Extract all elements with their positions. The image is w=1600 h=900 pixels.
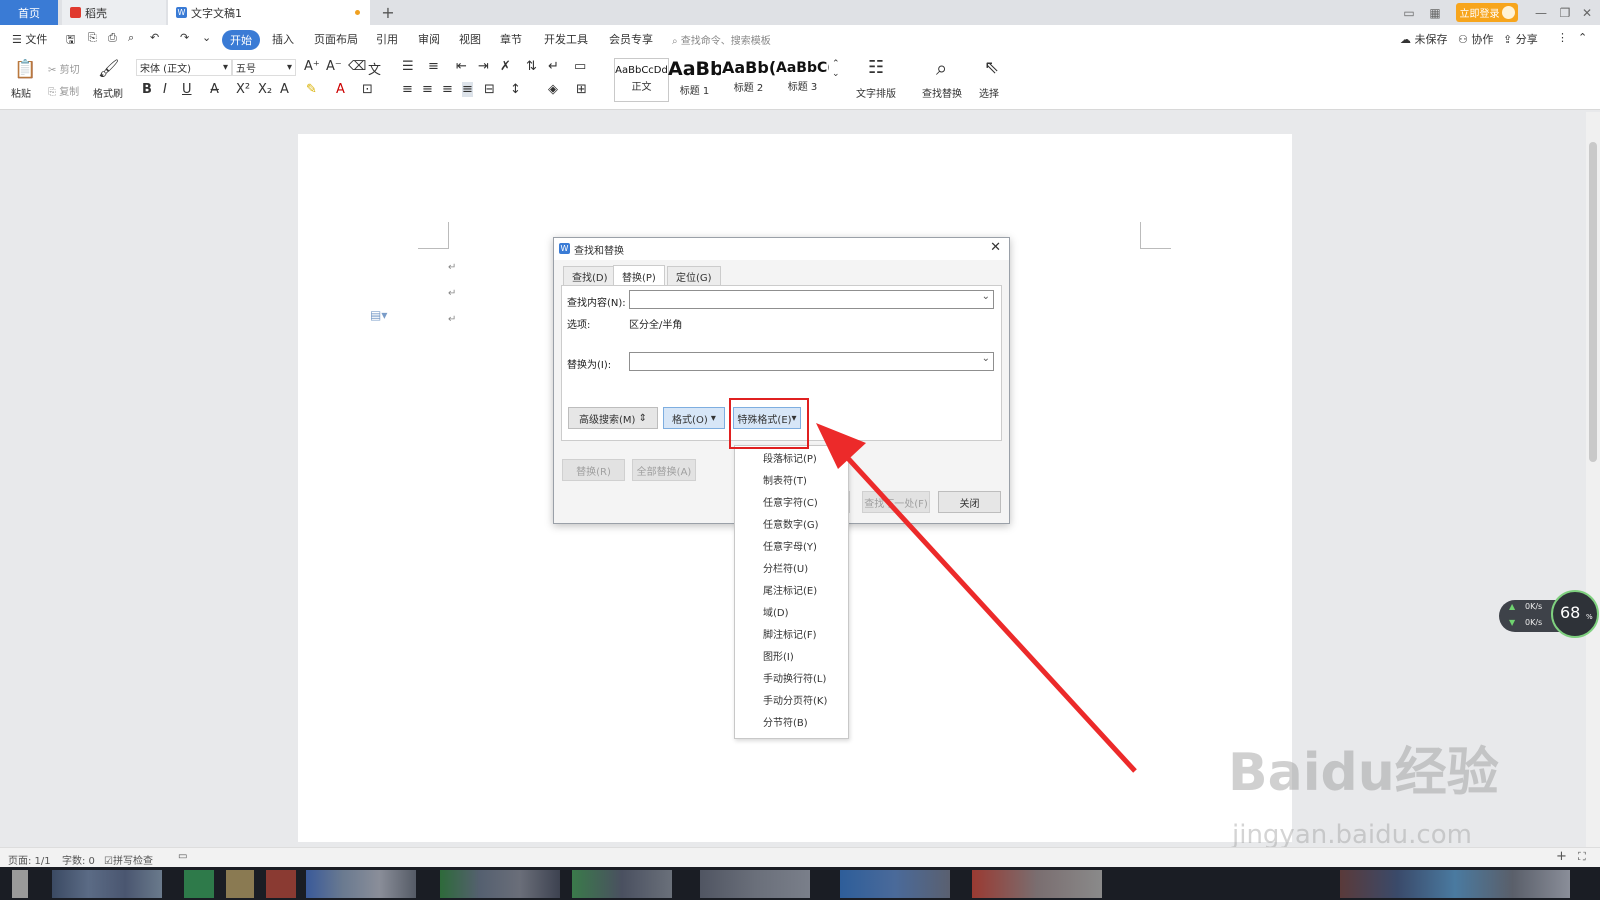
word-count[interactable]: 字数: 0 — [62, 852, 95, 867]
upload-icon: ▲ — [1509, 602, 1516, 611]
network-speed-widget[interactable]: ▲ 0K/s ▼ 0K/s 68 % — [1499, 590, 1599, 638]
taskbar-tile[interactable] — [1340, 870, 1570, 898]
taskbar-tile[interactable] — [52, 870, 162, 898]
taskbar-tile[interactable] — [12, 870, 28, 898]
checkbox-icon: ☑ — [104, 856, 113, 867]
upload-speed: 0K/s — [1525, 602, 1543, 611]
taskbar-tile[interactable] — [700, 870, 810, 898]
zoom-in-icon[interactable]: + — [1556, 849, 1567, 864]
page-count[interactable]: 页面: 1/1 — [8, 852, 51, 867]
spell-check[interactable]: ☑拼写检查 — [104, 852, 153, 867]
taskbar-tile[interactable] — [184, 870, 214, 898]
taskbar-tile[interactable] — [572, 870, 672, 898]
taskbar-tile[interactable] — [306, 870, 416, 898]
watermark-url: jingyan.baidu.com — [1232, 820, 1472, 850]
taskbar-tile[interactable] — [266, 870, 296, 898]
doc-check-icon[interactable]: ▭ — [178, 851, 187, 862]
watermark-logo: Baidu经验 — [1228, 743, 1499, 803]
download-icon: ▼ — [1509, 618, 1516, 627]
taskbar — [0, 867, 1600, 900]
taskbar-tile[interactable] — [226, 870, 254, 898]
taskbar-tile[interactable] — [972, 870, 1102, 898]
percent-sign: % — [1586, 613, 1593, 621]
fullscreen-icon[interactable]: ⛶ — [1578, 850, 1586, 864]
spell-check-label: 拼写检查 — [112, 856, 153, 867]
taskbar-tile[interactable] — [440, 870, 560, 898]
memory-percent: 68 — [1560, 603, 1581, 622]
taskbar-tile[interactable] — [840, 870, 950, 898]
status-bar: 页面: 1/1 字数: 0 ☑拼写检查 ▭ + ⛶ — [0, 847, 1600, 868]
download-speed: 0K/s — [1525, 618, 1543, 627]
